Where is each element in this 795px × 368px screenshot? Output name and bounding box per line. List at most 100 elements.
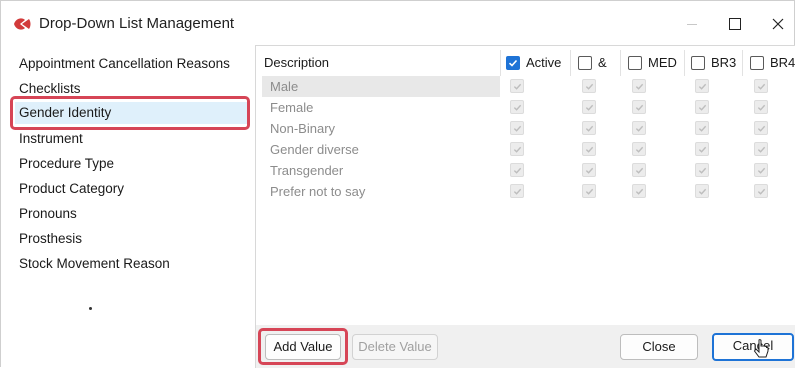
row-checkbox[interactable] [632,142,646,156]
row-checkbox[interactable] [754,100,768,114]
row-checkbox[interactable] [754,184,768,198]
br3-checkbox[interactable] [691,56,705,70]
maximize-button[interactable] [712,9,758,39]
highlight-add-value [258,328,348,365]
row-checkbox[interactable] [582,79,596,93]
row-checkbox[interactable] [582,163,596,177]
button-bar: Add Value Delete Value Close Cancel [255,325,795,368]
list-item-prosthesis[interactable]: Prosthesis [19,228,82,250]
row-checkbox[interactable] [632,184,646,198]
checkmark-icon [698,167,706,174]
title-bar[interactable]: Drop-Down List Management [1,1,794,45]
column-header-med[interactable]: MED [628,52,677,74]
row-checkbox[interactable] [695,100,709,114]
column-header-br4[interactable]: BR4 [750,52,795,74]
column-header-description[interactable]: Description [264,52,329,74]
checkmark-icon [635,188,643,195]
row-description[interactable]: Transgender [262,160,500,181]
table-row[interactable]: Transgender [256,160,795,181]
column-separator [620,50,621,76]
table-row[interactable]: Female [256,97,795,118]
checkmark-icon [698,83,706,90]
row-checkbox[interactable] [754,79,768,93]
ampersand-checkbox[interactable] [578,56,592,70]
row-description[interactable]: Non-Binary [262,118,500,139]
row-checkbox[interactable] [632,79,646,93]
row-checkbox[interactable] [582,100,596,114]
row-checkbox[interactable] [754,163,768,177]
row-description[interactable]: Female [262,97,500,118]
row-checkbox[interactable] [632,100,646,114]
checkmark-icon [585,83,593,90]
app-logo-icon [14,18,31,30]
list-item-stock-movement-reason[interactable]: Stock Movement Reason [19,253,170,275]
list-item-procedure-type[interactable]: Procedure Type [19,153,114,175]
row-checkbox[interactable] [510,121,524,135]
checkmark-icon [757,125,765,132]
checkmark-icon [513,167,521,174]
column-separator [684,50,685,76]
row-checkbox[interactable] [695,163,709,177]
checkmark-icon [513,146,521,153]
checkmark-icon [585,125,593,132]
row-description[interactable]: Male [262,76,500,97]
checkmark-icon [635,125,643,132]
row-checkbox[interactable] [510,142,524,156]
row-checkbox[interactable] [695,121,709,135]
row-checkbox[interactable] [582,142,596,156]
column-header-br3[interactable]: BR3 [691,52,736,74]
row-checkbox[interactable] [695,142,709,156]
table-row[interactable]: Male [256,76,795,97]
checkmark-icon [757,83,765,90]
close-button[interactable]: Close [620,334,698,360]
list-item-instrument[interactable]: Instrument [19,128,83,150]
column-separator [500,50,501,76]
checkmark-icon [513,104,521,111]
checkmark-icon [757,104,765,111]
active-checkbox[interactable] [506,56,520,70]
table-row[interactable]: Non-Binary [256,118,795,139]
highlight-gender-identity [10,96,250,130]
checkmark-icon [513,83,521,90]
list-item-product-category[interactable]: Product Category [19,178,124,200]
checkmark-icon [635,104,643,111]
row-checkbox[interactable] [582,121,596,135]
table-row[interactable]: Prefer not to say [256,181,795,202]
checkmark-icon [757,188,765,195]
row-description[interactable]: Prefer not to say [262,181,500,202]
row-checkbox[interactable] [510,100,524,114]
row-checkbox[interactable] [582,184,596,198]
checkmark-icon [585,167,593,174]
row-checkbox[interactable] [510,163,524,177]
checkmark-icon [513,188,521,195]
med-checkbox[interactable] [628,56,642,70]
table-row[interactable]: Gender diverse [256,139,795,160]
checkmark-icon [585,146,593,153]
mouse-pointer-icon [753,339,769,358]
delete-value-button[interactable]: Delete Value [352,334,438,360]
list-item-appointment-cancellation-reasons[interactable]: Appointment Cancellation Reasons [19,53,230,75]
checkmark-icon [698,125,706,132]
row-description[interactable]: Gender diverse [262,139,500,160]
column-header-ampersand[interactable]: & [578,52,607,74]
minimize-button[interactable] [669,9,715,39]
list-item-pronouns[interactable]: Pronouns [19,203,77,225]
close-window-button[interactable] [755,9,795,39]
checkmark-icon [585,188,593,195]
row-checkbox[interactable] [754,121,768,135]
row-checkbox[interactable] [632,163,646,177]
br4-checkbox[interactable] [750,56,764,70]
row-checkbox[interactable] [695,79,709,93]
checkmark-icon [585,104,593,111]
row-checkbox[interactable] [695,184,709,198]
checkmark-icon [508,59,518,67]
column-header-active[interactable]: Active [506,52,561,74]
row-checkbox[interactable] [754,142,768,156]
row-checkbox[interactable] [510,79,524,93]
row-checkbox[interactable] [510,184,524,198]
window-title: Drop-Down List Management [39,15,235,32]
column-separator [742,50,743,76]
row-checkbox[interactable] [632,121,646,135]
checkmark-icon [635,83,643,90]
checkmark-icon [698,188,706,195]
